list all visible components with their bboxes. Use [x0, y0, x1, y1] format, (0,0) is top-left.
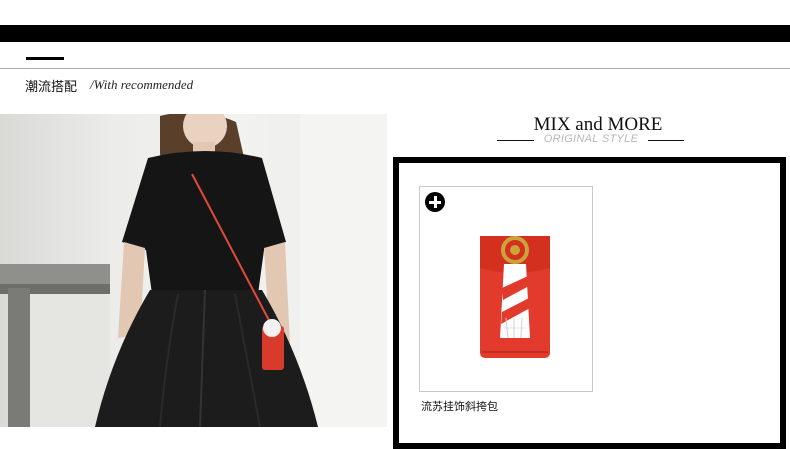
- model-illustration: [0, 114, 387, 427]
- section-title: 潮流搭配: [25, 80, 78, 95]
- product-name[interactable]: 流苏挂饰斜挎包: [421, 398, 498, 414]
- plus-circle-icon[interactable]: [425, 192, 445, 212]
- model-photo: [0, 114, 387, 427]
- mix-subtitle-rule-right: [648, 140, 684, 141]
- top-banner-bar: [0, 25, 790, 42]
- product-image[interactable]: [474, 228, 556, 364]
- section-divider: [0, 68, 790, 69]
- mix-subtitle: ORIGINAL STYLE: [543, 133, 639, 145]
- mix-subtitle-rule-left: [497, 140, 534, 141]
- section-accent-bar: [26, 57, 64, 60]
- section-subtitle: /With recommended: [90, 77, 194, 92]
